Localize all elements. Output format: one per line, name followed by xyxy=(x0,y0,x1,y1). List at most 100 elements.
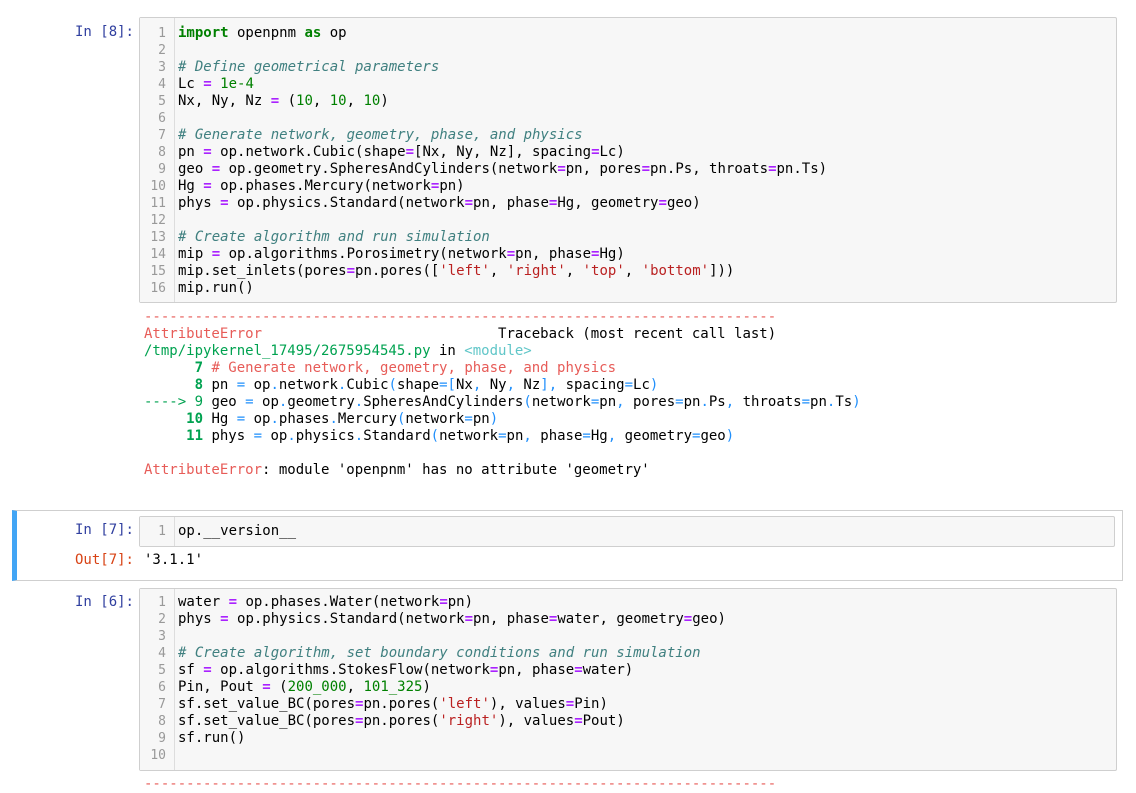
error-traceback: ----------------------------------------… xyxy=(144,776,776,793)
code-token: = xyxy=(211,161,221,177)
code-token: 'left' xyxy=(439,263,490,279)
code-token: pn xyxy=(506,428,524,444)
line-number: 15 xyxy=(150,264,166,279)
code-token: AttributeError xyxy=(144,326,263,342)
code-token: Ps xyxy=(708,394,726,410)
code-token: 'left' xyxy=(439,696,490,712)
code-editor[interactable]: 1 2 3 4 5 6 7 8 9 10 11 12 13 14 15 16 import openpnm a… xyxy=(139,17,1117,303)
code-token: Ts xyxy=(835,394,853,410)
code-token: import xyxy=(178,25,229,41)
line-number: 1 xyxy=(158,26,166,41)
code-token: 10 xyxy=(329,93,347,109)
code-token: /tmp/ipykernel_17495/2675954545.py xyxy=(144,343,431,359)
code-token: Lc xyxy=(178,76,204,92)
code-token: =[ xyxy=(439,377,456,393)
code-token: = xyxy=(574,662,583,678)
code-token: physics xyxy=(295,428,355,444)
code-token: op.__version__ xyxy=(178,523,297,539)
line-number: 3 xyxy=(158,60,166,75)
code-token: pn) xyxy=(439,178,465,194)
code-token: Ny xyxy=(481,377,507,393)
line-number-gutter: 1 2 3 4 5 6 7 8 9 10 xyxy=(140,589,175,770)
traceback-line: 8 pn = op.network.Cubic(shape=[Nx, Ny, N… xyxy=(144,377,861,394)
code-token: = xyxy=(203,76,212,92)
output-prompt: Out[7]: xyxy=(74,552,134,568)
code-token: 'right' xyxy=(439,713,499,729)
line-number: 2 xyxy=(158,43,166,58)
code-cell-6[interactable]: In [6]: 1 2 3 4 5 6 7 8 9 10 water = op.phases.Wa… xyxy=(14,588,1122,792)
code-token: , xyxy=(616,394,625,410)
code-token: network xyxy=(439,428,499,444)
code-token: AttributeError xyxy=(144,462,263,478)
code-token: network xyxy=(278,377,338,393)
line-number: 9 xyxy=(158,731,166,746)
code-line: # Generate network, geometry, phase, and… xyxy=(178,127,827,144)
code-editor[interactable]: 1 op.__version__ xyxy=(139,516,1115,547)
code-token: , xyxy=(523,428,532,444)
code-token: = xyxy=(203,144,212,160)
code-token: Hg xyxy=(590,428,608,444)
code-token: pn xyxy=(810,394,827,410)
code-token: Pin) xyxy=(574,696,608,712)
code-editor[interactable]: 1 2 3 4 5 6 7 8 9 10 water = op.phases.Water(netw… xyxy=(139,588,1117,771)
code-token: , xyxy=(489,263,507,279)
line-number: 11 xyxy=(150,196,166,211)
code-token: pn.pores( xyxy=(363,696,440,712)
code-line: mip.set_inlets(pores=pn.pores(['left', '… xyxy=(178,263,827,280)
code-token: phys xyxy=(178,195,221,211)
code-token: op.physics.Standard(network xyxy=(228,611,465,627)
code-token: Pout) xyxy=(582,713,625,729)
input-prompt: In [6]: xyxy=(74,594,134,610)
code-token: ----> 9 xyxy=(144,394,204,410)
code-text[interactable]: water = op.phases.Water(network=pn) phys … xyxy=(178,594,726,764)
code-line: phys = op.physics.Standard(network=pn, p… xyxy=(178,195,827,212)
line-number: 16 xyxy=(150,281,166,296)
code-line: mip = op.algorithms.Porosimetry(network=… xyxy=(178,246,827,263)
code-line: Hg = op.phases.Mercury(network=pn) xyxy=(178,178,827,195)
code-token: geo) xyxy=(666,195,701,211)
code-cell-7[interactable]: In [7]: 1 op.__version__ Out[7]: '3.1.1' xyxy=(12,510,1123,581)
code-token: ), values xyxy=(489,696,566,712)
line-number: 6 xyxy=(158,680,166,695)
code-token: 7 xyxy=(194,360,204,376)
line-number: 2 xyxy=(158,612,166,627)
code-token: <module> xyxy=(464,343,532,359)
input-prompt: In [8]: xyxy=(74,24,134,40)
code-text[interactable]: op.__version__ xyxy=(178,523,296,540)
line-number: 4 xyxy=(158,77,166,92)
traceback-line: /tmp/ipykernel_17495/2675954545.py in <m… xyxy=(144,343,861,360)
code-text[interactable]: import openpnm as op # Define geometrica… xyxy=(178,25,827,297)
code-cell-8[interactable]: In [8]: 1 2 3 4 5 6 7 8 9 10 11 12 13 14 15 16 import o… xyxy=(14,16,1122,496)
code-token: . xyxy=(329,411,338,427)
code-token: . xyxy=(354,428,364,444)
code-token: # Define geometrical parameters xyxy=(178,59,440,75)
code-token: 8 xyxy=(194,377,204,393)
code-token: , xyxy=(346,679,364,695)
code-token: phase xyxy=(531,428,583,444)
code-token: op.network.Cubic(shape xyxy=(211,144,406,160)
line-number: 3 xyxy=(158,629,166,644)
code-token: 10 xyxy=(186,411,204,427)
code-token: . xyxy=(354,394,364,410)
line-number: 8 xyxy=(158,145,166,160)
code-line: sf = op.algorithms.StokesFlow(network=pn… xyxy=(178,662,726,679)
code-token: , xyxy=(565,263,583,279)
code-token: shape xyxy=(396,377,440,393)
code-token: Mercury xyxy=(337,411,397,427)
code-token: pn.pores([ xyxy=(355,263,440,279)
code-token: pn, phase xyxy=(473,611,549,627)
code-token: water, geometry xyxy=(557,611,684,627)
code-token: ])) xyxy=(709,263,735,279)
code-token: ( xyxy=(388,377,397,393)
code-line: geo = op.geometry.SpheresAndCylinders(ne… xyxy=(178,161,827,178)
code-token: = xyxy=(203,178,212,194)
traceback-line: ----------------------------------------… xyxy=(144,309,861,326)
code-token: . xyxy=(270,377,279,393)
code-token: pn, phase xyxy=(498,662,575,678)
traceback-line: 10 Hg = op.phases.Mercury(network=pn) xyxy=(144,411,861,428)
code-token: Nx, Ny, Nz xyxy=(178,93,271,109)
code-line: # Create algorithm, set boundary conditi… xyxy=(178,645,726,662)
input-prompt: In [7]: xyxy=(74,522,134,538)
